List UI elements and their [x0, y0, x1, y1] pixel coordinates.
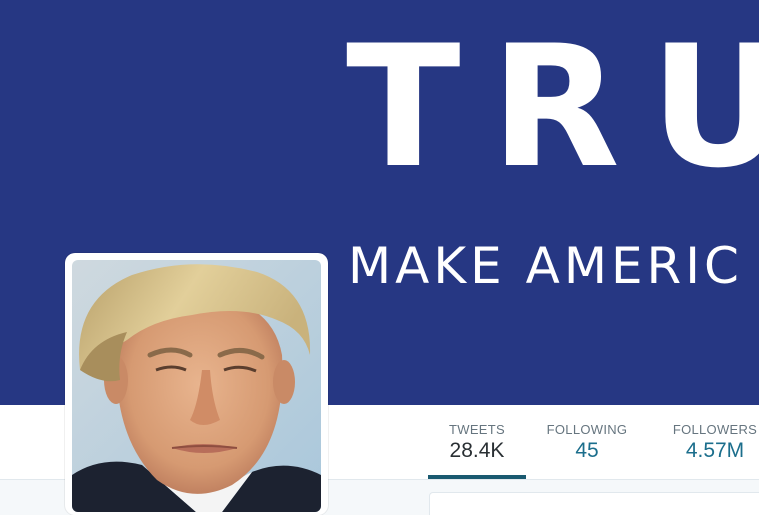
timeline-card — [429, 492, 759, 515]
tweets-stat-tab[interactable]: TWEETS 28.4K — [428, 405, 526, 479]
following-stat-tab[interactable]: FOLLOWING 45 — [537, 405, 637, 479]
following-stat-value: 45 — [575, 439, 599, 462]
following-stat-label: FOLLOWING — [546, 422, 628, 437]
tweets-stat-label: TWEETS — [449, 422, 505, 437]
followers-stat-value: 4.57M — [685, 439, 745, 462]
profile-avatar[interactable] — [65, 253, 328, 515]
banner-slogan: MAKE AMERIC — [348, 237, 743, 295]
profile-page: TRU MAKE AMERIC TWEETS 28.4K FOLLOWING 4… — [0, 0, 759, 515]
tweets-stat-value: 28.4K — [449, 439, 505, 462]
followers-stat-label: FOLLOWERS — [672, 422, 758, 437]
followers-stat-tab[interactable]: FOLLOWERS 4.57M — [660, 405, 759, 479]
profile-photo-icon — [72, 260, 321, 512]
banner-headline: TRU — [346, 9, 759, 205]
